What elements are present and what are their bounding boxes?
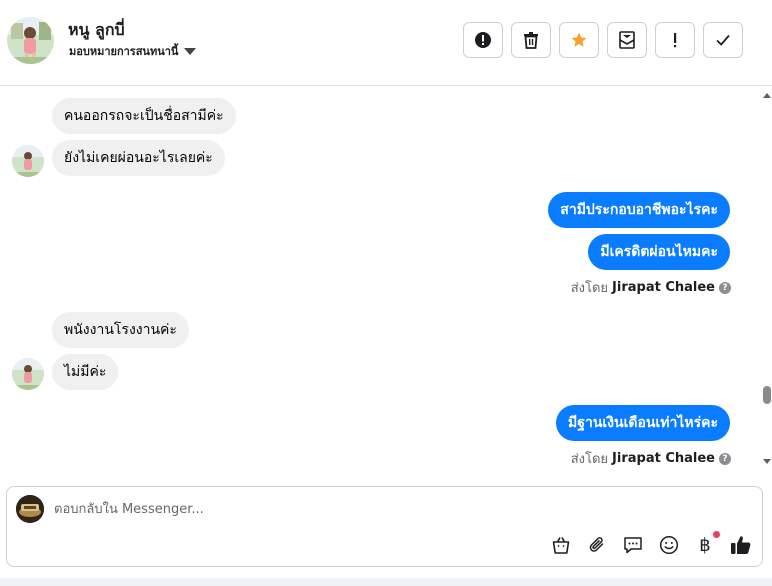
sent-by-label: ส่งโดย Jirapat Chalee ? — [571, 448, 731, 469]
scroll-up-arrow-icon[interactable] — [763, 93, 771, 98]
assign-label: มอบหมายการสนทนานี้ — [69, 45, 179, 58]
exclamation-icon — [674, 33, 677, 48]
mark-unread-icon — [619, 31, 635, 49]
thumbs-up-icon — [731, 536, 751, 554]
message-bubble-outgoing[interactable]: สามีประกอบอาชีพอะไรคะ — [548, 192, 730, 228]
sent-by-prefix: ส่งโดย — [570, 452, 609, 467]
message-bubble-outgoing[interactable]: มีฐานเงินเดือนเท่าไหร่คะ — [556, 405, 730, 441]
attach-file-button[interactable] — [585, 533, 609, 557]
shopping-bag-icon — [552, 537, 570, 554]
help-icon[interactable]: ? — [719, 281, 731, 294]
mark-unread-button[interactable] — [607, 22, 647, 58]
payment-request-button[interactable]: ฿ — [693, 531, 720, 557]
page-avatar — [16, 495, 44, 523]
notification-dot — [713, 531, 720, 538]
conversation-actions — [463, 22, 743, 58]
bottom-strip — [0, 578, 772, 586]
reply-input[interactable] — [54, 499, 744, 519]
emoji-button[interactable] — [657, 533, 681, 557]
scroll-down-arrow-icon[interactable] — [763, 459, 771, 464]
assign-conversation-dropdown[interactable]: มอบหมายการสนทนานี้ — [69, 42, 197, 60]
message-bubble-incoming[interactable]: ไม่มีค่ะ — [52, 354, 119, 390]
sender-name: Jirapat Chalee — [612, 451, 715, 466]
composer-toolbar: ฿ — [549, 531, 753, 557]
message-scrollbar[interactable] — [762, 87, 772, 473]
emoji-icon — [659, 535, 679, 555]
message-bubble-incoming[interactable]: ยังไม่เคยผ่อนอะไรเลยค่ะ — [52, 140, 225, 176]
trash-icon — [524, 32, 538, 49]
saved-replies-button[interactable] — [621, 533, 645, 557]
delete-button[interactable] — [511, 22, 551, 58]
alert-circle-icon — [475, 32, 491, 48]
contact-name[interactable]: หนู ลูกบี่ — [68, 18, 125, 43]
sender-name: Jirapat Chalee — [612, 280, 715, 295]
message-bubble-incoming[interactable]: พนังงานโรงงานค่ะ — [52, 312, 189, 348]
help-icon[interactable]: ? — [719, 452, 731, 465]
send-like-button[interactable] — [729, 533, 753, 557]
mark-spam-button[interactable] — [463, 22, 503, 58]
sent-by-label: ส่งโดย Jirapat Chalee ? — [571, 277, 731, 298]
contact-avatar[interactable] — [7, 17, 54, 64]
baht-payment-icon: ฿ — [699, 534, 711, 556]
paperclip-icon — [589, 537, 604, 552]
message-thread[interactable]: คนออกรถจะเป็นชื่อสามีค่ะ ยังไม่เคยผ่อนอะ… — [0, 87, 762, 473]
contact-avatar-small — [12, 145, 44, 177]
shop-button[interactable] — [549, 533, 573, 557]
saved-reply-icon — [624, 537, 642, 554]
mark-done-button[interactable] — [703, 22, 743, 58]
message-bubble-incoming[interactable]: คนออกรถจะเป็นชื่อสามีค่ะ — [52, 98, 236, 134]
sent-by-prefix: ส่งโดย — [570, 281, 609, 296]
scrollbar-thumb[interactable] — [763, 386, 771, 404]
message-bubble-outgoing[interactable]: มีเครดิตผ่อนไหมคะ — [588, 234, 730, 270]
star-icon — [571, 32, 587, 47]
chevron-down-icon — [184, 47, 197, 55]
check-icon — [716, 34, 730, 46]
contact-avatar-small — [12, 358, 44, 390]
reply-composer: ฿ — [6, 486, 763, 567]
conversation-header: หนู ลูกบี่ มอบหมายการสนทนานี้ — [0, 0, 772, 86]
follow-up-button[interactable] — [655, 22, 695, 58]
star-button[interactable] — [559, 22, 599, 58]
